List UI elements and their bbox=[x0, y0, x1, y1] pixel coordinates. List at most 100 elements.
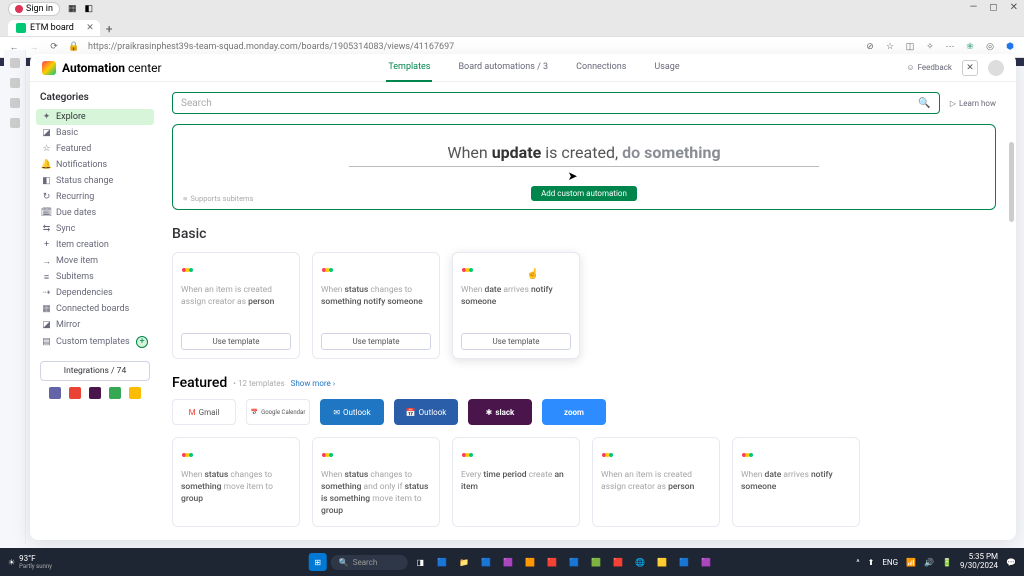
browser-tab[interactable]: ETM board ✕ bbox=[8, 20, 100, 36]
sidebar-item-item-creation[interactable]: +Item creation bbox=[36, 237, 154, 253]
sidebar-item-status-change[interactable]: ◧Status change bbox=[36, 173, 154, 189]
sidebar-item-custom-templates[interactable]: ▤Custom templates+ bbox=[36, 333, 154, 351]
tray-icon[interactable]: ⬆ bbox=[868, 558, 875, 567]
tray-language[interactable]: ENG bbox=[882, 558, 898, 567]
template-card[interactable]: When status changes to something notify … bbox=[312, 252, 440, 359]
use-template-button[interactable]: Use template bbox=[181, 333, 291, 350]
user-avatar[interactable] bbox=[988, 60, 1004, 76]
calendar-icon: 🗓 bbox=[42, 209, 51, 218]
add-custom-icon[interactable]: + bbox=[136, 336, 148, 348]
browser-icon[interactable]: ◧ bbox=[84, 4, 93, 14]
app-outlook-calendar[interactable]: 📅Outlook bbox=[394, 399, 458, 425]
add-custom-automation-button[interactable]: Add custom automation bbox=[531, 186, 637, 201]
tray-battery-icon[interactable]: 🔋 bbox=[942, 558, 952, 567]
search-input[interactable]: Search 🔍 bbox=[172, 92, 940, 114]
taskbar-app[interactable]: 🟪 bbox=[697, 553, 715, 571]
taskbar-app[interactable]: 🌐 bbox=[631, 553, 649, 571]
use-template-button[interactable]: Use template bbox=[461, 333, 571, 350]
template-card[interactable]: When status changes to something move it… bbox=[172, 437, 300, 527]
rail-icon[interactable] bbox=[10, 58, 20, 68]
gmail-icon bbox=[69, 387, 81, 399]
window-minimize[interactable]: — bbox=[969, 2, 977, 13]
template-card[interactable]: When an item is created assign creator a… bbox=[592, 437, 720, 527]
taskbar-app[interactable]: ◨ bbox=[411, 553, 429, 571]
template-card[interactable]: ☝ When date arrives notify someone Use t… bbox=[452, 252, 580, 359]
app-zoom[interactable]: zoom bbox=[542, 399, 606, 425]
template-card[interactable]: When status changes to something and onl… bbox=[312, 437, 440, 527]
taskbar-app[interactable]: 🟥 bbox=[609, 553, 627, 571]
tray-chevron-icon[interactable]: ^ bbox=[856, 558, 859, 567]
start-button[interactable]: ⊞ bbox=[309, 553, 327, 571]
taskbar-weather[interactable]: ☀ 93°FPartly sunny bbox=[8, 554, 52, 570]
browser-icon[interactable]: ▦ bbox=[68, 4, 77, 14]
learn-how-link[interactable]: ▷Learn how bbox=[950, 99, 996, 108]
template-card[interactable]: When an item is created assign creator a… bbox=[172, 252, 300, 359]
tab-title: ETM board bbox=[30, 23, 74, 33]
search-icon: 🔍 bbox=[339, 558, 349, 567]
app-slack[interactable]: ✱slack bbox=[468, 399, 532, 425]
close-button[interactable]: ✕ bbox=[962, 60, 978, 76]
sidebar-item-explore[interactable]: ✦Explore bbox=[36, 109, 154, 125]
sidebar-item-notifications[interactable]: 🔔Notifications bbox=[36, 157, 154, 173]
basic-section-title: Basic bbox=[172, 226, 996, 242]
content-area: Search 🔍 ▷Learn how When update is creat… bbox=[160, 82, 1016, 540]
taskbar-app[interactable]: 🟥 bbox=[543, 553, 561, 571]
app-gmail[interactable]: MGmail bbox=[172, 399, 236, 425]
show-more-link[interactable]: Show more › bbox=[291, 379, 336, 388]
taskbar-app[interactable]: 🟦 bbox=[565, 553, 583, 571]
tab-usage[interactable]: Usage bbox=[652, 54, 681, 82]
tab-board-automations[interactable]: Board automations / 3 bbox=[456, 54, 550, 82]
tab-connections[interactable]: Connections bbox=[574, 54, 628, 82]
sidebar-item-sync[interactable]: ⇆Sync bbox=[36, 221, 154, 237]
sidebar-item-due-dates[interactable]: 🗓Due dates bbox=[36, 205, 154, 221]
sidebar-item-mirror[interactable]: ◪Mirror bbox=[36, 317, 154, 333]
app-google-calendar[interactable]: 📅Google Calendar bbox=[246, 399, 310, 425]
tray-wifi-icon[interactable]: 📶 bbox=[906, 558, 916, 567]
taskbar-app[interactable]: 🟪 bbox=[499, 553, 517, 571]
rail-icon[interactable] bbox=[10, 78, 20, 88]
taskbar-app[interactable]: 🟩 bbox=[587, 553, 605, 571]
tray-volume-icon[interactable]: 🔊 bbox=[924, 558, 934, 567]
taskbar-app[interactable]: 🟦 bbox=[433, 553, 451, 571]
tray-notifications-icon[interactable]: 💬 bbox=[1006, 558, 1016, 567]
bell-icon: 🔔 bbox=[42, 161, 51, 170]
taskbar-search[interactable]: 🔍Search bbox=[331, 555, 408, 570]
tab-templates[interactable]: Templates bbox=[386, 54, 432, 82]
integrations-button[interactable]: Integrations / 74 bbox=[40, 361, 150, 381]
sidebar-item-dependencies[interactable]: ⇢Dependencies bbox=[36, 285, 154, 301]
template-card[interactable]: When date arrives notify someone bbox=[732, 437, 860, 527]
feedback-button[interactable]: ☺Feedback bbox=[906, 63, 952, 72]
sidebar-item-connected-boards[interactable]: ▦Connected boards bbox=[36, 301, 154, 317]
use-template-button[interactable]: Use template bbox=[321, 333, 431, 350]
taskbar-app[interactable]: 🟨 bbox=[653, 553, 671, 571]
app-outlook[interactable]: ✉Outlook bbox=[320, 399, 384, 425]
tray-clock[interactable]: 5:35 PM9/30/2024 bbox=[960, 553, 998, 571]
monday-logo-icon bbox=[42, 61, 56, 75]
hero-text: do bbox=[622, 143, 644, 162]
monday-icon bbox=[601, 448, 613, 460]
rail-icon[interactable] bbox=[10, 98, 20, 108]
rail-icon[interactable] bbox=[10, 118, 20, 128]
taskbar-app[interactable]: 📁 bbox=[455, 553, 473, 571]
sidebar-item-recurring[interactable]: ↻Recurring bbox=[36, 189, 154, 205]
hero-token[interactable]: something bbox=[644, 143, 720, 162]
sidebar-item-featured[interactable]: ☆Featured bbox=[36, 141, 154, 157]
taskbar-app[interactable]: 🟧 bbox=[521, 553, 539, 571]
scrollbar[interactable] bbox=[1009, 142, 1014, 222]
taskbar-app[interactable]: 🟦 bbox=[675, 553, 693, 571]
tab-close-icon[interactable]: ✕ bbox=[86, 23, 94, 33]
play-icon: ▷ bbox=[950, 99, 956, 108]
monday-icon bbox=[181, 448, 193, 460]
taskbar-app[interactable]: 🟦 bbox=[477, 553, 495, 571]
sidebar-item-basic[interactable]: ◪Basic bbox=[36, 125, 154, 141]
sidebar-item-move-item[interactable]: →Move item bbox=[36, 253, 154, 269]
custom-automation-hero[interactable]: When update is created, do something ➤ A… bbox=[172, 124, 996, 210]
hero-token[interactable]: update bbox=[492, 143, 542, 162]
new-tab-button[interactable]: + bbox=[106, 22, 113, 36]
browser-signin[interactable]: Sign in bbox=[8, 2, 60, 16]
template-card[interactable]: Every time period create an item bbox=[452, 437, 580, 527]
window-close[interactable]: ✕ bbox=[1010, 2, 1018, 13]
sidebar-item-subitems[interactable]: ≡Subitems bbox=[36, 269, 154, 285]
window-maximize[interactable]: ◻ bbox=[989, 2, 997, 13]
weather-icon: ☀ bbox=[8, 558, 15, 567]
